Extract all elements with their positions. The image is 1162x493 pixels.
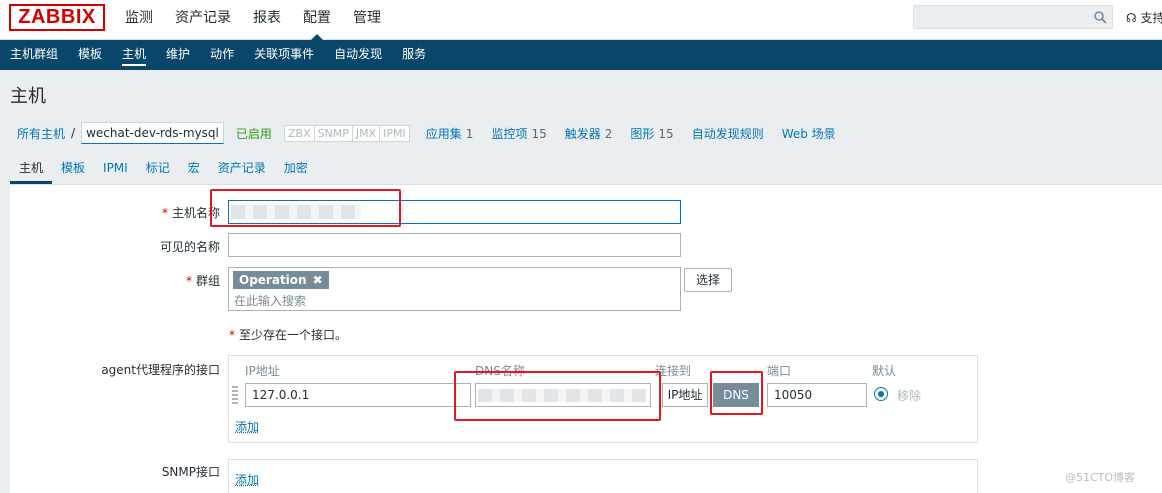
required-mark: * [186,274,192,288]
drag-handle-icon[interactable] [232,386,238,404]
graphs-count: 15 [658,127,673,141]
items-count: 15 [531,127,546,141]
connect-ip-toggle[interactable]: IP地址 [662,383,708,407]
watermark: @51CTO博客 [1065,469,1135,485]
top-menu: 监测 资产记录 报表 配置 管理 [114,0,392,40]
interface-note: * 至少存在一个接口。 [229,326,347,343]
close-icon[interactable]: ✖ [313,271,323,289]
host-form: * 主机名称 可见的名称 * 群组 Operation ✖ 在此输入搜索 选择 * 至… [10,184,1162,493]
breadcrumb: 所有主机 / wechat-dev-rds-mysql 已启用 ZBX SNMP… [10,119,1162,147]
group-search-placeholder[interactable]: 在此输入搜索 [234,292,306,309]
headset-icon: ☊ [1126,11,1137,25]
visible-name-input[interactable] [228,233,681,257]
ip-input[interactable]: 127.0.0.1 [245,383,471,407]
interface-note-text: 至少存在一个接口。 [239,328,347,342]
applications-count: 1 [466,127,474,141]
global-search-input[interactable] [913,5,1113,29]
tab-host[interactable]: 主机 [10,156,52,184]
jmx-badge: JMX [353,126,380,141]
highlight-dns-toggle [710,371,763,415]
visible-name-label: 可见的名称 [10,238,220,255]
tab-inventory[interactable]: 资产记录 [209,156,275,184]
support-label: 支持 [1141,11,1162,25]
tab-templates[interactable]: 模板 [52,156,94,184]
groups-multiselect[interactable]: Operation ✖ 在此输入搜索 [228,267,681,311]
hostname-label: * 主机名称 [10,204,220,221]
top-menu-reports[interactable]: 报表 [242,0,292,40]
breadcrumb-separator: / [71,126,75,140]
triggers-count: 2 [605,127,613,141]
sub-menu-actions[interactable]: 动作 [200,40,244,70]
groups-label-text: 群组 [196,274,220,288]
top-menu-monitoring[interactable]: 监测 [114,0,164,40]
sub-menu-maintenance[interactable]: 维护 [156,40,200,70]
zabbix-logo[interactable]: ZABBIX [9,4,105,31]
tab-encryption[interactable]: 加密 [275,156,317,184]
triggers-label: 触发器 [565,127,601,141]
required-mark: * [162,206,168,220]
highlight-dns [454,371,661,421]
top-menu-inventory[interactable]: 资产记录 [164,0,242,40]
col-port: 端口 [767,362,791,379]
snmp-interfaces-label: SNMP接口 [10,463,220,480]
search-icon[interactable] [1088,6,1112,28]
highlight-hostname [210,189,401,227]
sub-menu-host-groups[interactable]: 主机群组 [0,40,68,70]
ip-value: 127.0.0.1 [252,388,309,402]
breadcrumb-triggers[interactable]: 触发器 2 [565,125,613,142]
host-status-enabled[interactable]: 已启用 [236,125,272,142]
sub-menu-hosts[interactable]: 主机 [112,40,156,70]
sub-menu-templates[interactable]: 模板 [68,40,112,70]
sub-menu-discovery[interactable]: 自动发现 [324,40,392,70]
group-tag-operation[interactable]: Operation ✖ [233,271,329,289]
top-menu-administration[interactable]: 管理 [342,0,392,40]
applications-label: 应用集 [426,127,462,141]
breadcrumb-all-hosts[interactable]: 所有主机 [17,125,65,142]
breadcrumb-discovery-rules[interactable]: 自动发现规则 [692,125,764,142]
graphs-label: 图形 [630,127,654,141]
support-link[interactable]: ☊ 支持 [1126,9,1162,26]
agent-interfaces-label: agent代理程序的接口 [10,361,220,378]
remove-interface-link[interactable]: 移除 [897,387,921,404]
breadcrumb-graphs[interactable]: 图形 15 [630,125,673,142]
sub-menu: 主机群组 模板 主机 维护 动作 关联项事件 自动发现 服务 [0,40,1162,70]
col-ip: IP地址 [245,362,280,379]
snmp-interfaces: 添加 [228,459,978,493]
breadcrumb-items[interactable]: 监控项 15 [491,125,546,142]
items-label: 监控项 [491,127,527,141]
top-bar: ZABBIX 监测 资产记录 报表 配置 管理 ☊ 支持 [0,0,1162,40]
availability-badges: ZBX SNMP JMX IPMI [284,125,410,142]
zbx-badge: ZBX [285,126,315,141]
top-menu-configuration[interactable]: 配置 [292,0,342,40]
tab-ipmi[interactable]: IPMI [94,156,137,184]
select-groups-button[interactable]: 选择 [684,268,732,292]
col-default: 默认 [872,362,896,379]
port-input[interactable]: 10050 [767,383,867,407]
tab-tags[interactable]: 标记 [137,156,179,184]
default-interface-radio[interactable] [874,387,888,401]
snmp-badge: SNMP [315,126,353,141]
group-tag-label: Operation [239,271,307,289]
port-value: 10050 [774,388,812,402]
breadcrumb-current-host[interactable]: wechat-dev-rds-mysql [81,122,224,144]
breadcrumb-applications[interactable]: 应用集 1 [426,125,474,142]
page-title: 主机 [10,82,46,108]
add-agent-interface-link[interactable]: 添加 [235,418,259,435]
add-snmp-interface-link[interactable]: 添加 [235,471,259,488]
tab-macros[interactable]: 宏 [179,156,209,184]
sub-menu-event-correlation[interactable]: 关联项事件 [244,40,324,70]
ipmi-badge: IPMI [380,126,409,141]
groups-label: * 群组 [10,272,220,289]
sub-menu-services[interactable]: 服务 [392,40,436,70]
host-tabs: 主机 模板 IPMI 标记 宏 资产记录 加密 [10,156,317,184]
breadcrumb-web-scenarios[interactable]: Web 场景 [782,125,836,142]
required-mark: * [229,328,235,342]
